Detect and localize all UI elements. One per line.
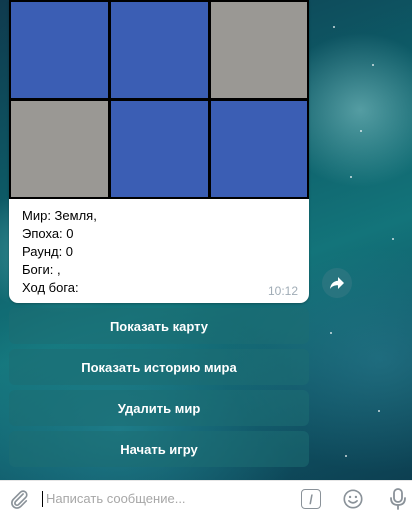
microphone-icon[interactable] — [387, 487, 409, 511]
message-input-bar: Написать сообщение... / — [0, 480, 412, 515]
show-map-button[interactable]: Показать карту — [9, 308, 309, 344]
map-cell — [111, 101, 208, 197]
map-cell — [11, 2, 108, 98]
bot-message: Мир: Земля, Эпоха: 0 Раунд: 0 Боги: , Хо… — [9, 0, 309, 303]
world-status-text: Мир: Земля, Эпоха: 0 Раунд: 0 Боги: , Хо… — [22, 207, 292, 297]
text-cursor — [42, 491, 43, 507]
bot-commands-button[interactable]: / — [301, 489, 321, 509]
paperclip-icon[interactable] — [8, 488, 30, 510]
round-line: Раунд: 0 — [22, 244, 74, 259]
start-game-button[interactable]: Начать игру — [9, 431, 309, 467]
world-name-line: Мир: Земля, — [22, 208, 97, 223]
map-cell — [211, 2, 307, 98]
message-time: 10:12 — [267, 284, 298, 298]
epoch-line: Эпоха: 0 — [22, 226, 74, 241]
share-button[interactable] — [322, 268, 352, 298]
map-cell — [211, 101, 307, 197]
emoji-smile-icon[interactable] — [342, 488, 364, 510]
world-map-grid — [9, 0, 309, 199]
map-cell — [111, 2, 208, 98]
message-input[interactable]: Написать сообщение... — [46, 491, 186, 506]
gods-line: Боги: , — [22, 262, 61, 277]
show-world-history-button[interactable]: Показать историю мира — [9, 349, 309, 385]
forward-arrow-icon — [330, 277, 344, 289]
god-turn-line: Ход бога: — [22, 280, 79, 295]
delete-world-button[interactable]: Удалить мир — [9, 390, 309, 426]
slash-command-icon: / — [309, 491, 313, 507]
map-cell — [11, 101, 108, 197]
